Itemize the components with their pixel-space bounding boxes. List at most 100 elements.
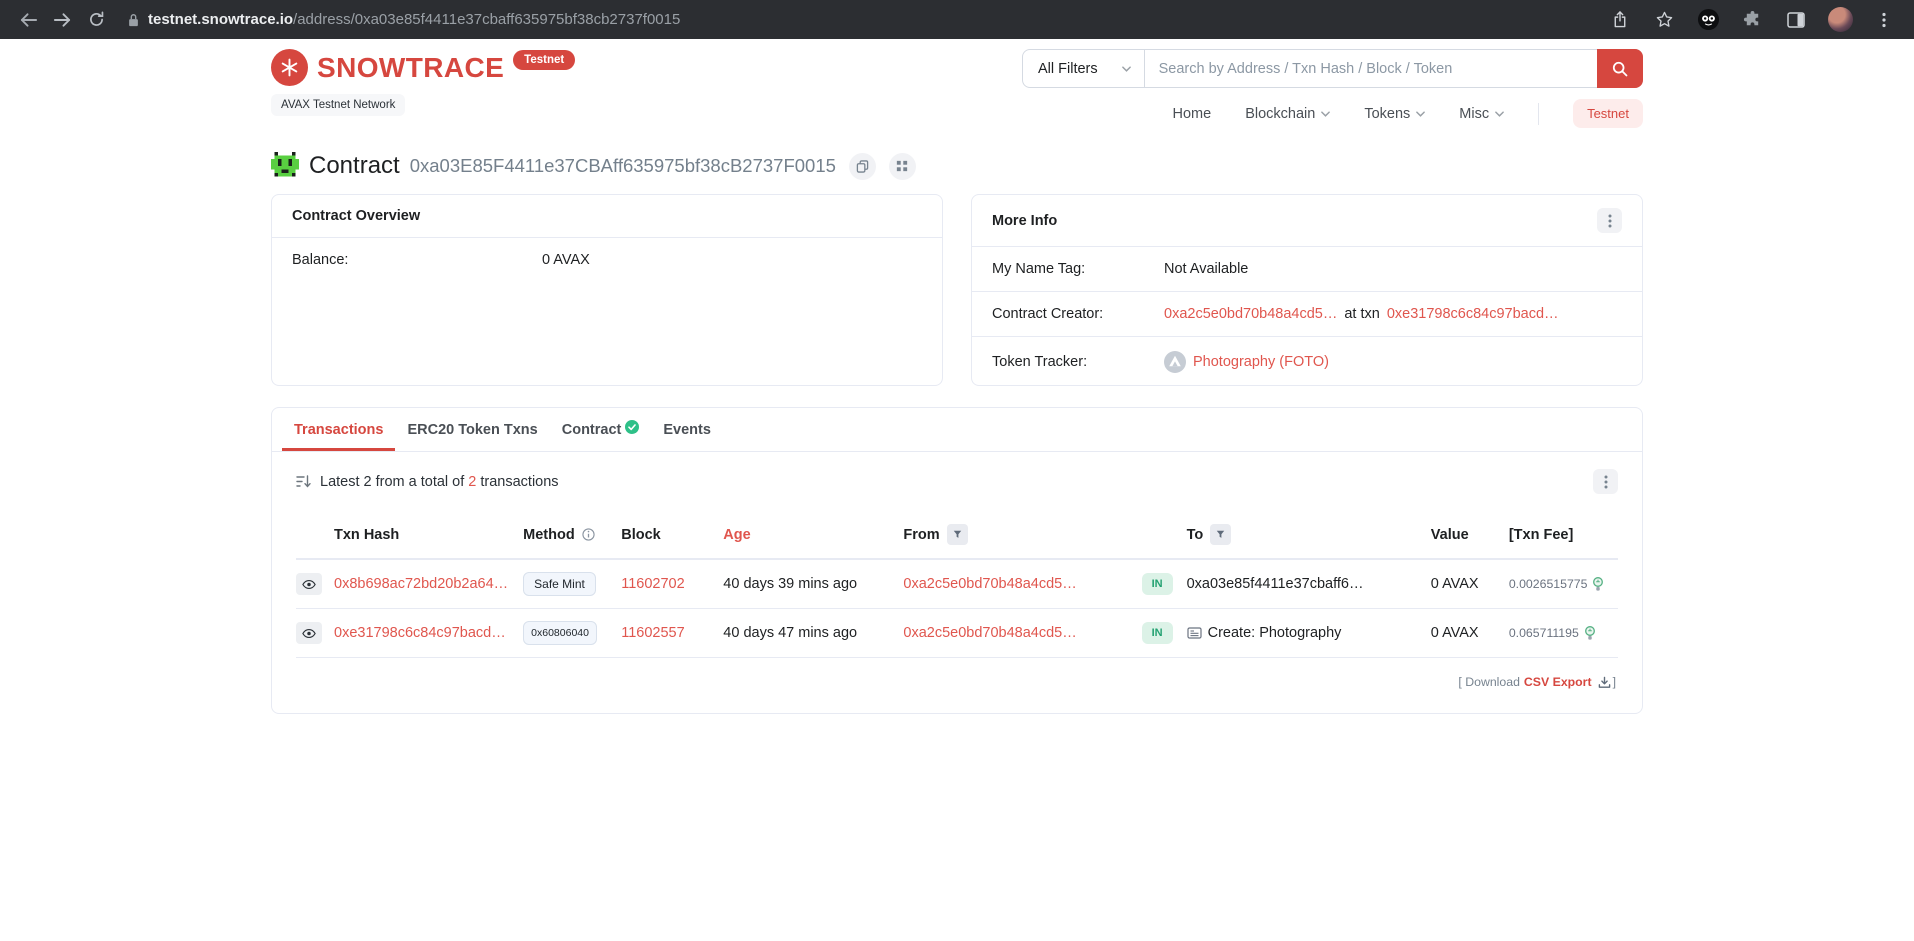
browser-sidepanel-button[interactable] bbox=[1782, 6, 1810, 34]
transactions-card: Transactions ERC20 Token Txns Contract E… bbox=[271, 407, 1643, 714]
contract-overview-card: Contract Overview Balance: 0 AVAX bbox=[271, 194, 943, 386]
page-title: Contract bbox=[309, 152, 400, 180]
browser-address-bar[interactable]: testnet.snowtrace.io/address/0xa03e85f44… bbox=[116, 0, 1600, 39]
nav-testnet-badge[interactable]: Testnet bbox=[1573, 99, 1643, 128]
tab-transactions[interactable]: Transactions bbox=[282, 408, 395, 451]
from-address-link[interactable]: 0xa2c5e0bd70b48a4cd5… bbox=[903, 625, 1076, 641]
balance-row: Balance: 0 AVAX bbox=[272, 238, 942, 282]
search-icon bbox=[1612, 61, 1628, 77]
browser-menu-button[interactable] bbox=[1870, 6, 1898, 34]
method-badge: 0x60806040 bbox=[523, 621, 597, 645]
lock-icon bbox=[128, 13, 139, 27]
browser-profile-button[interactable] bbox=[1826, 6, 1854, 34]
nav-divider bbox=[1538, 103, 1539, 125]
qr-code-button[interactable] bbox=[889, 153, 916, 180]
view-txn-button[interactable] bbox=[296, 573, 322, 595]
nav-label-home: Home bbox=[1173, 106, 1212, 122]
overview-card-title: Contract Overview bbox=[292, 208, 420, 224]
chevron-down-icon bbox=[1122, 66, 1131, 72]
tab-erc20-token-txns[interactable]: ERC20 Token Txns bbox=[395, 408, 549, 451]
tab-transactions-label: Transactions bbox=[294, 422, 383, 438]
txn-value: 0 AVAX bbox=[1431, 625, 1479, 641]
info-icon[interactable] bbox=[582, 528, 595, 541]
summary-count: 2 bbox=[468, 474, 476, 490]
txn-fee: 0.0026515775 bbox=[1509, 577, 1588, 591]
col-to: To bbox=[1187, 511, 1431, 559]
nav-item-tokens[interactable]: Tokens bbox=[1364, 106, 1425, 122]
more-info-menu-button[interactable] bbox=[1597, 208, 1622, 233]
snowflake-icon bbox=[279, 57, 300, 78]
browser-extension-owl-button[interactable] bbox=[1694, 6, 1722, 34]
col-view bbox=[296, 511, 334, 559]
browser-reload-button[interactable] bbox=[82, 6, 110, 34]
search-bar: All Filters bbox=[1022, 49, 1643, 88]
url-path: /address/0xa03e85f4411e37cbaff635975bf38… bbox=[293, 11, 680, 28]
col-to-label: To bbox=[1187, 527, 1204, 543]
funnel-icon bbox=[953, 529, 962, 540]
from-address-link[interactable]: 0xa2c5e0bd70b48a4cd5… bbox=[903, 576, 1076, 592]
search-button[interactable] bbox=[1597, 49, 1643, 88]
nav-item-blockchain[interactable]: Blockchain bbox=[1245, 106, 1330, 122]
creator-address-link[interactable]: 0xa2c5e0bd70b48a4cd5… bbox=[1164, 306, 1337, 322]
browser-bookmark-button[interactable] bbox=[1650, 6, 1678, 34]
txn-hash-link[interactable]: 0x8b698ac72bd20b2a64… bbox=[334, 576, 508, 592]
to-address[interactable]: 0xa03e85f4411e37cbaff6… bbox=[1187, 576, 1364, 592]
table-options-button[interactable] bbox=[1593, 469, 1618, 494]
block-link[interactable]: 11602557 bbox=[621, 625, 684, 641]
more-info-card-title: More Info bbox=[992, 213, 1057, 229]
kebab-menu-icon bbox=[1604, 475, 1608, 489]
gas-lightbulb-icon bbox=[1584, 626, 1596, 641]
balance-value: 0 AVAX bbox=[542, 252, 590, 268]
txn-hash-link[interactable]: 0xe31798c6c84c97bacd… bbox=[334, 625, 506, 641]
to-create-contract[interactable]: Create: Photography bbox=[1208, 625, 1342, 641]
table-row: 0x8b698ac72bd20b2a64… Safe Mint 11602702… bbox=[296, 559, 1618, 609]
name-tag-row: My Name Tag: Not Available bbox=[972, 247, 1642, 291]
main-content: Contract 0xa03E85F4411e37CBAff635975bf38… bbox=[271, 152, 1643, 714]
browser-forward-button[interactable] bbox=[48, 6, 76, 34]
tab-bar: Transactions ERC20 Token Txns Contract E… bbox=[272, 408, 1642, 452]
csv-prefix: [ Download bbox=[1458, 675, 1520, 689]
eye-icon bbox=[302, 628, 316, 639]
name-tag-label: My Name Tag: bbox=[992, 261, 1164, 277]
browser-share-button[interactable] bbox=[1606, 6, 1634, 34]
search-filter-dropdown[interactable]: All Filters bbox=[1023, 50, 1145, 87]
summary-prefix: Latest 2 from a total of bbox=[320, 474, 464, 490]
brand-testnet-badge: Testnet bbox=[513, 50, 575, 70]
col-block: Block bbox=[621, 511, 723, 559]
browser-extensions-button[interactable] bbox=[1738, 6, 1766, 34]
site-header: SNOWTRACE Testnet AVAX Testnet Network A… bbox=[0, 39, 1914, 137]
block-link[interactable]: 11602702 bbox=[621, 576, 684, 592]
view-txn-button[interactable] bbox=[296, 622, 322, 644]
contract-identicon bbox=[271, 152, 299, 180]
token-tracker-link[interactable]: Photography (FOTO) bbox=[1193, 354, 1329, 370]
brand-name[interactable]: SNOWTRACE bbox=[317, 49, 504, 86]
direction-badge: IN bbox=[1142, 573, 1173, 595]
puzzle-icon bbox=[1743, 10, 1762, 29]
side-panel-icon bbox=[1787, 12, 1805, 28]
gas-lightbulb-icon bbox=[1592, 577, 1604, 592]
age-value: 40 days 39 mins ago bbox=[723, 576, 857, 592]
nav-item-home[interactable]: Home bbox=[1173, 106, 1212, 122]
nav-item-misc[interactable]: Misc bbox=[1459, 106, 1504, 122]
to-filter-button[interactable] bbox=[1210, 524, 1231, 545]
csv-export-link[interactable]: CSV Export bbox=[1524, 675, 1592, 689]
network-label: AVAX Testnet Network bbox=[271, 94, 405, 116]
tab-contract[interactable]: Contract bbox=[550, 408, 652, 451]
brand-block: SNOWTRACE Testnet AVAX Testnet Network bbox=[271, 49, 575, 116]
copy-address-button[interactable] bbox=[849, 153, 876, 180]
star-icon bbox=[1656, 11, 1673, 28]
snowtrace-logo[interactable] bbox=[271, 49, 308, 86]
owl-extension-icon bbox=[1697, 8, 1720, 31]
col-from-label: From bbox=[903, 527, 939, 543]
csv-suffix: ] bbox=[1613, 675, 1616, 689]
main-nav: Home Blockchain Tokens Misc Testnet bbox=[1173, 99, 1644, 128]
kebab-menu-icon bbox=[1882, 12, 1886, 28]
browser-back-button[interactable] bbox=[14, 6, 42, 34]
download-icon bbox=[1598, 676, 1611, 689]
creation-txn-link[interactable]: 0xe31798c6c84c97bacd… bbox=[1387, 306, 1559, 322]
search-input[interactable] bbox=[1145, 50, 1598, 87]
tab-events[interactable]: Events bbox=[651, 408, 723, 451]
contract-address: 0xa03E85F4411e37CBAff635975bf38cB2737F00… bbox=[410, 155, 836, 177]
from-filter-button[interactable] bbox=[947, 524, 968, 545]
col-age-sort[interactable]: Age bbox=[723, 511, 903, 559]
